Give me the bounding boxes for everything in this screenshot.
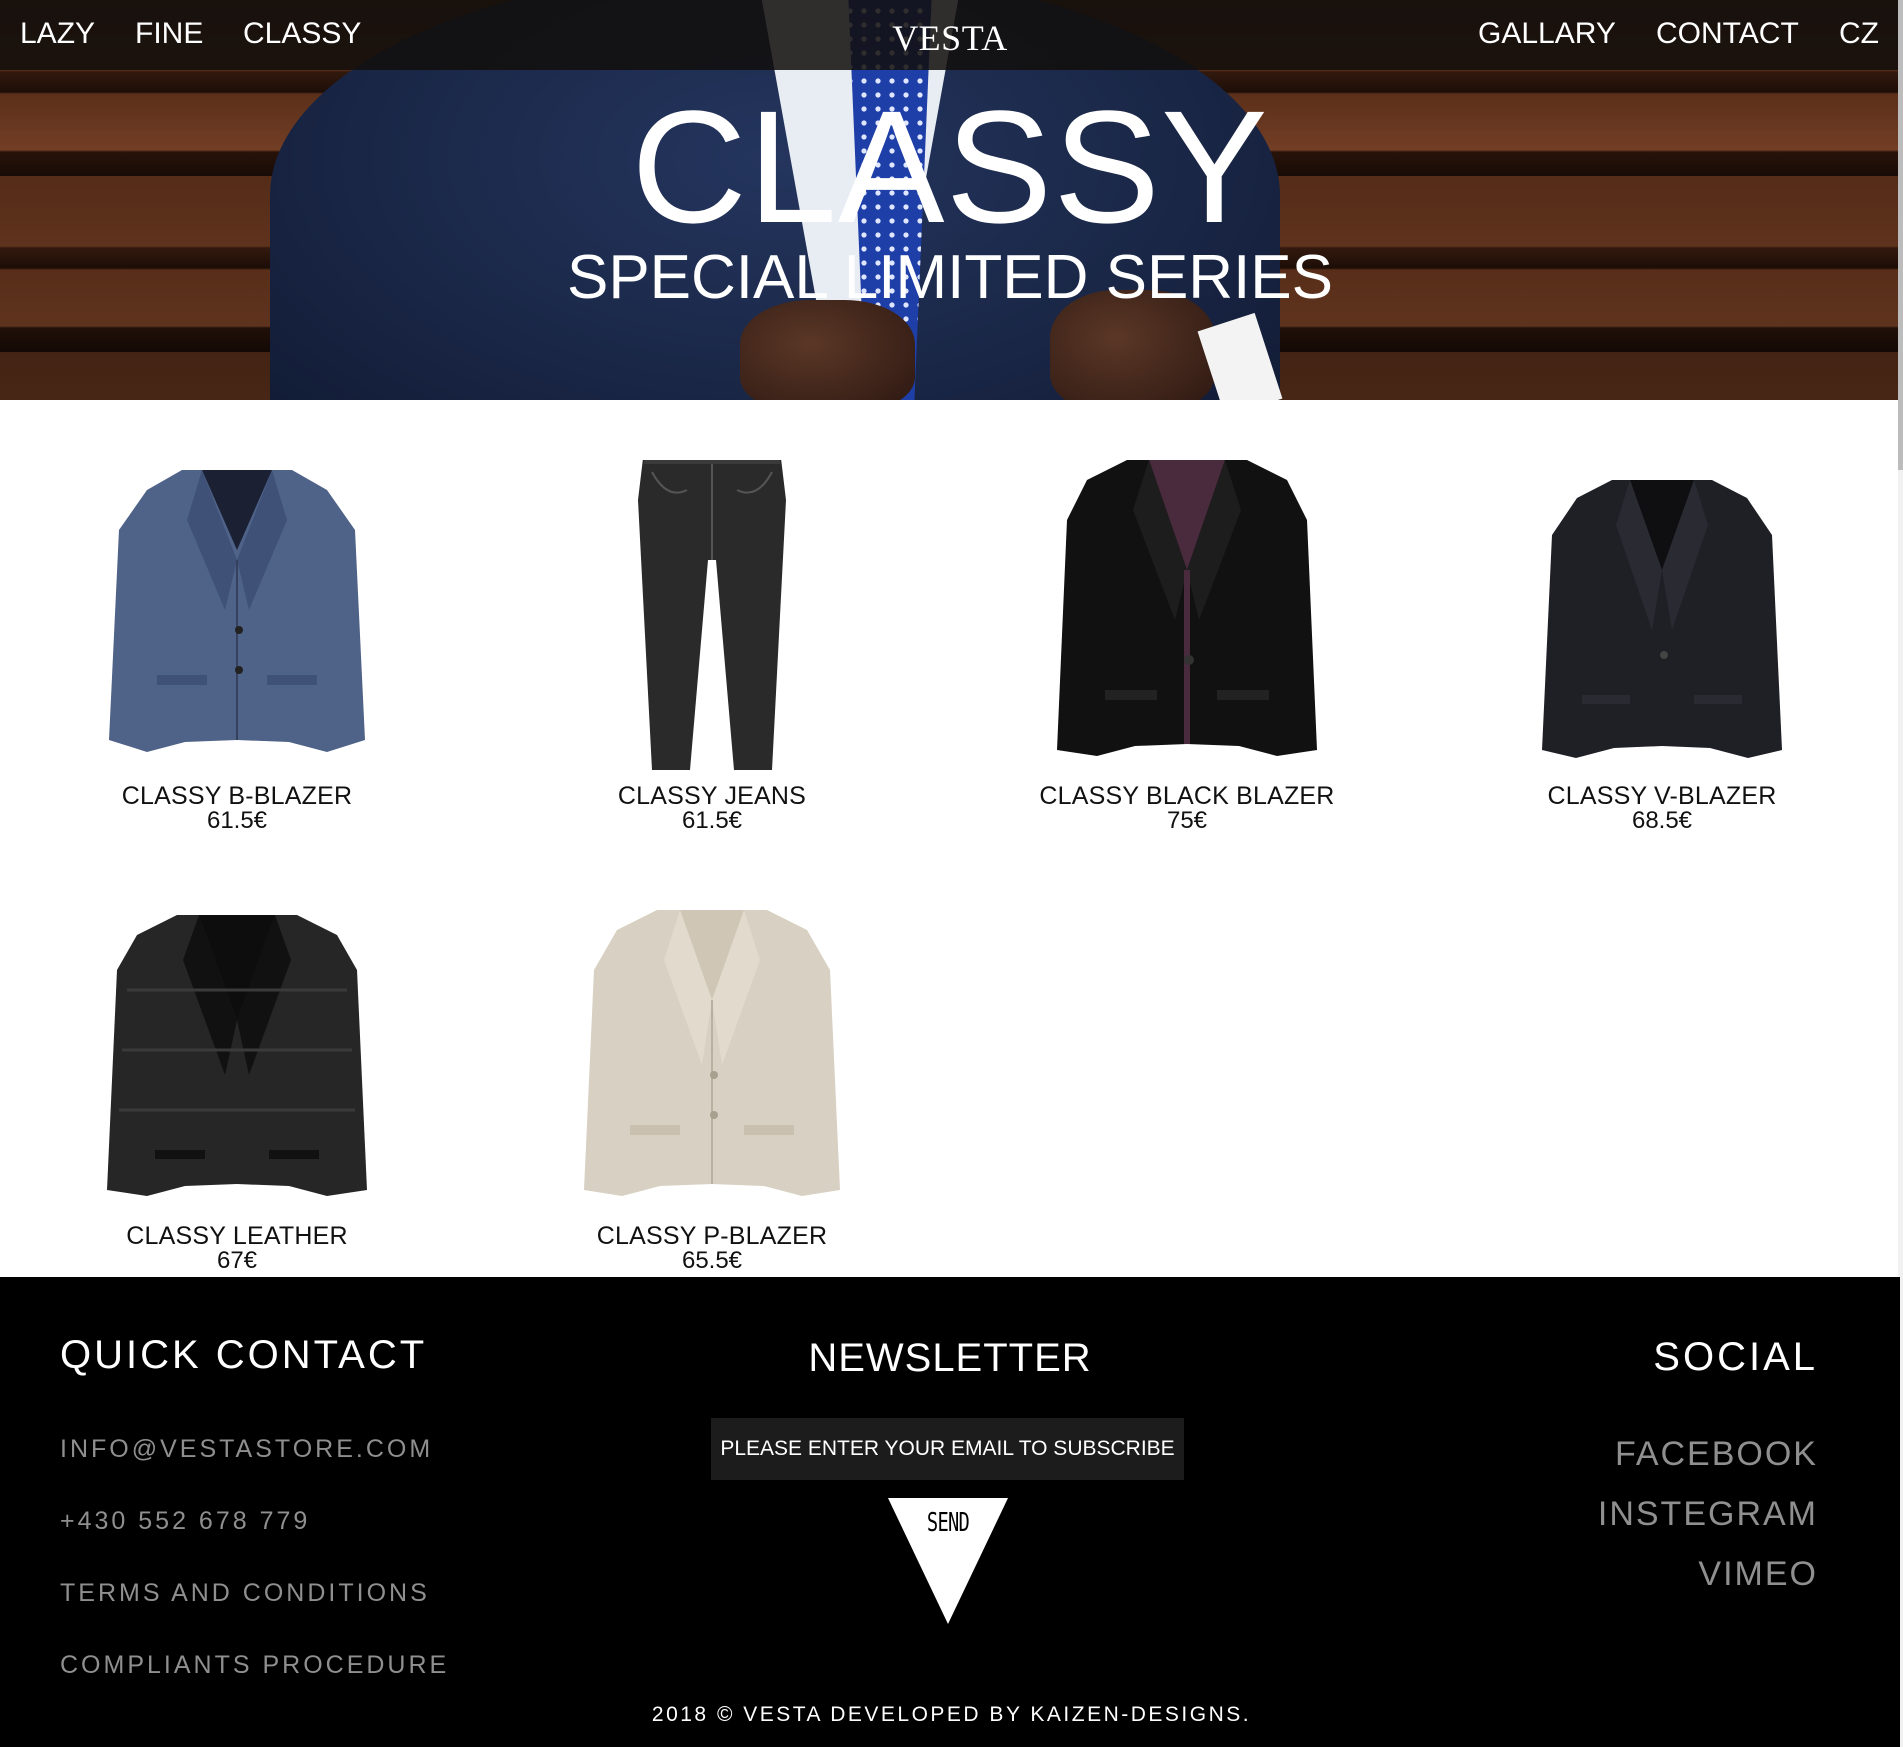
nav-link-language-cz[interactable]: CZ [1839, 16, 1879, 52]
send-button[interactable]: SEND [888, 1498, 1008, 1624]
product-image-blazer [109, 470, 365, 752]
product-name[interactable]: CLASSY JEANS [502, 783, 922, 809]
hero-title: CLASSY [631, 77, 1269, 256]
scrollbar-thumb[interactable] [1898, 0, 1903, 470]
product-card[interactable]: CLASSY LEATHER 67€ [27, 900, 447, 1300]
newsletter-email-input[interactable] [711, 1418, 1184, 1480]
product-image-jeans [638, 460, 786, 770]
send-button-label: SEND [926, 1508, 970, 1538]
product-name[interactable]: CLASSY B-BLAZER [27, 783, 447, 809]
product-price: 75€ [1166, 807, 1208, 834]
product-card[interactable]: CLASSY P-BLAZER 65.5€ [502, 900, 922, 1300]
complaints-link[interactable]: COMPLIANTS PROCEDURE [60, 1650, 449, 1680]
product-price: 67€ [216, 1247, 258, 1274]
social-link-vimeo[interactable]: VIMEO [1698, 1554, 1818, 1594]
product-price: 61.5€ [206, 807, 268, 834]
copyright-text: 2018 © VESTA DEVELOPED BY KAIZEN-DESIGNS… [651, 1703, 1252, 1726]
social-link-facebook[interactable]: FACEBOOK [1615, 1434, 1818, 1474]
product-card[interactable]: CLASSY V-BLAZER 68.5€ [1452, 460, 1872, 860]
social-heading: SOCIAL [1653, 1335, 1818, 1379]
product-name[interactable]: CLASSY LEATHER [27, 1223, 447, 1249]
product-name[interactable]: CLASSY BLACK BLAZER [977, 783, 1397, 809]
product-image-blazer [1542, 480, 1782, 758]
product-price: 61.5€ [681, 807, 743, 834]
hero-subtitle: SPECIAL LIMITED SERIES [566, 243, 1334, 312]
nav-link-contact[interactable]: CONTACT [1656, 16, 1799, 52]
product-image-blazer [584, 910, 840, 1196]
product-card[interactable]: CLASSY JEANS 61.5€ [502, 460, 922, 860]
contact-phone-link[interactable]: +430 552 678 779 [60, 1506, 310, 1536]
terms-link[interactable]: TERMS AND CONDITIONS [60, 1578, 430, 1608]
hero-hand-left [740, 300, 915, 400]
product-name[interactable]: CLASSY V-BLAZER [1452, 783, 1872, 809]
nav-link-gallary[interactable]: GALLARY [1478, 16, 1616, 52]
product-name[interactable]: CLASSY P-BLAZER [502, 1223, 922, 1249]
product-image-blazer [107, 915, 367, 1196]
product-image-blazer [1057, 460, 1317, 756]
product-card[interactable]: CLASSY B-BLAZER 61.5€ [27, 460, 447, 860]
contact-email-link[interactable]: INFO@VESTASTORE.COM [60, 1434, 433, 1464]
product-card[interactable]: CLASSY BLACK BLAZER 75€ [977, 460, 1397, 860]
product-price: 65.5€ [681, 1247, 743, 1274]
social-link-instagram[interactable]: INSTEGRAM [1598, 1494, 1818, 1534]
top-navigation: LAZY FINE CLASSY VESTA GALLARY CONTACT C… [0, 0, 1900, 70]
newsletter-heading: NEWSLETTER [808, 1336, 1092, 1380]
product-price: 68.5€ [1631, 807, 1693, 834]
